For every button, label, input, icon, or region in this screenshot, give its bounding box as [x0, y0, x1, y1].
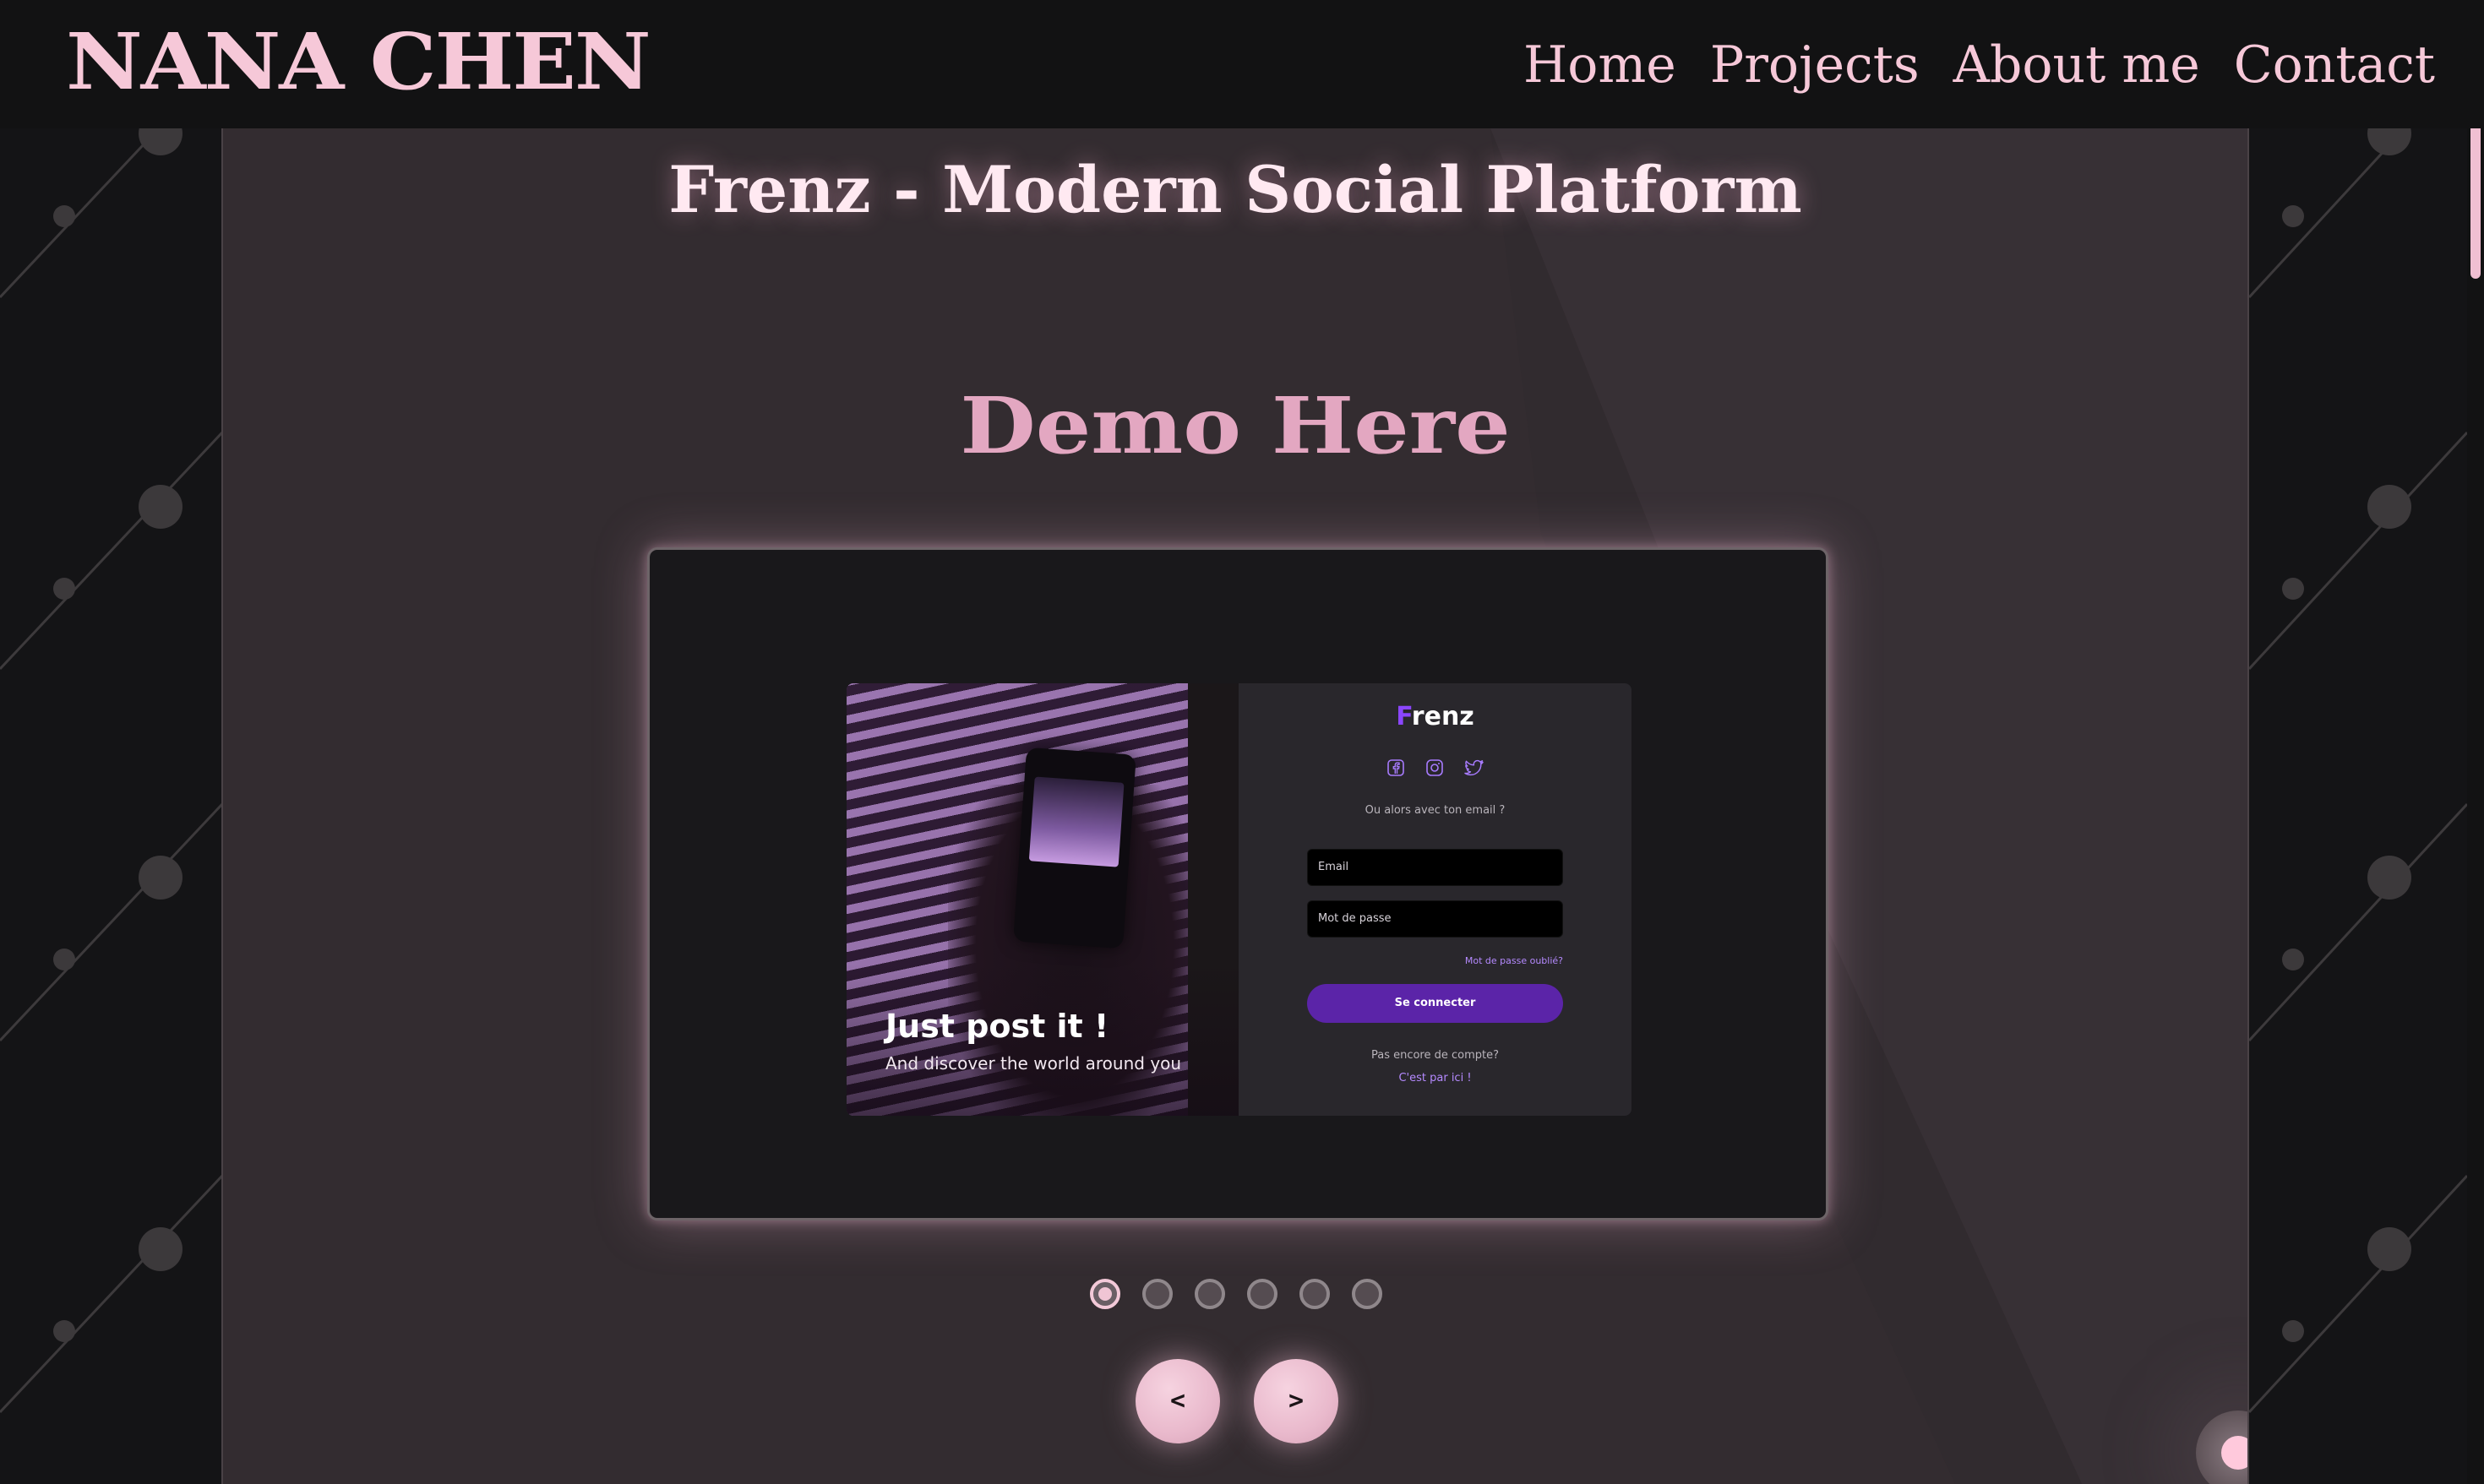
- hero-subtitle: And discover the world around you: [885, 1053, 1182, 1074]
- instagram-icon[interactable]: [1424, 758, 1445, 778]
- right-decoration: [2249, 128, 2484, 1484]
- twitter-icon[interactable]: [1463, 758, 1485, 778]
- facebook-icon[interactable]: [1386, 758, 1406, 778]
- or-email-text: Ou alors avec ton email ?: [1365, 804, 1506, 817]
- hero-title: Just post it !: [885, 1008, 1109, 1045]
- carousel-dot[interactable]: [1195, 1279, 1225, 1309]
- frenz-logo: Frenz: [1239, 702, 1631, 731]
- nav-projects[interactable]: Projects: [1710, 29, 1920, 101]
- nav-about-me[interactable]: About me: [1953, 29, 2200, 101]
- login-button[interactable]: Se connecter: [1307, 984, 1563, 1023]
- phone-image: [1013, 747, 1136, 949]
- email-field[interactable]: Email: [1307, 849, 1563, 886]
- social-login-row: [1239, 758, 1631, 778]
- frenz-login-screenshot: Just post it ! And discover the world ar…: [847, 683, 1631, 1116]
- floating-button-dot-icon: [2221, 1436, 2247, 1470]
- frenz-logo-initial: F: [1396, 702, 1412, 731]
- signup-link[interactable]: C'est par ici !: [1239, 1072, 1631, 1084]
- forgot-password-link[interactable]: Mot de passe oublié?: [1465, 955, 1563, 966]
- site-logo[interactable]: NANA CHEN: [66, 15, 651, 108]
- no-account-text: Pas encore de compte?: [1370, 1049, 1500, 1062]
- left-decoration: [0, 128, 222, 1484]
- nav-contact[interactable]: Contact: [2234, 29, 2435, 101]
- carousel-prev-button[interactable]: <: [1136, 1359, 1220, 1443]
- nav-home[interactable]: Home: [1523, 29, 1676, 101]
- frenz-logo-rest: renz: [1411, 702, 1474, 731]
- carousel-next-button[interactable]: >: [1254, 1359, 1338, 1443]
- password-field[interactable]: Mot de passe: [1307, 900, 1563, 938]
- project-panel: Frenz - Modern Social Platform Demo Here…: [221, 128, 2249, 1484]
- carousel-dot[interactable]: [1090, 1279, 1120, 1309]
- login-form: Frenz Ou alors avec ton email ? Email Mo…: [1239, 683, 1631, 1116]
- hero-photo: Just post it ! And discover the world ar…: [847, 683, 1239, 1116]
- carousel-dot[interactable]: [1142, 1279, 1173, 1309]
- main-nav: Home Projects About me Contact: [1523, 29, 2435, 101]
- site-header: NANA CHEN Home Projects About me Contact: [0, 0, 2484, 128]
- demo-preview-frame[interactable]: Just post it ! And discover the world ar…: [647, 547, 1828, 1220]
- page-scrollbar[interactable]: [2467, 0, 2484, 1484]
- demo-heading: Demo Here: [960, 380, 1511, 471]
- carousel-dot[interactable]: [1247, 1279, 1277, 1309]
- floating-action-button[interactable]: [2196, 1411, 2247, 1484]
- carousel-dot[interactable]: [1299, 1279, 1330, 1309]
- carousel-dot[interactable]: [1352, 1279, 1382, 1309]
- project-title: Frenz - Modern Social Platform: [668, 152, 1802, 227]
- carousel-dots: [1090, 1277, 1382, 1311]
